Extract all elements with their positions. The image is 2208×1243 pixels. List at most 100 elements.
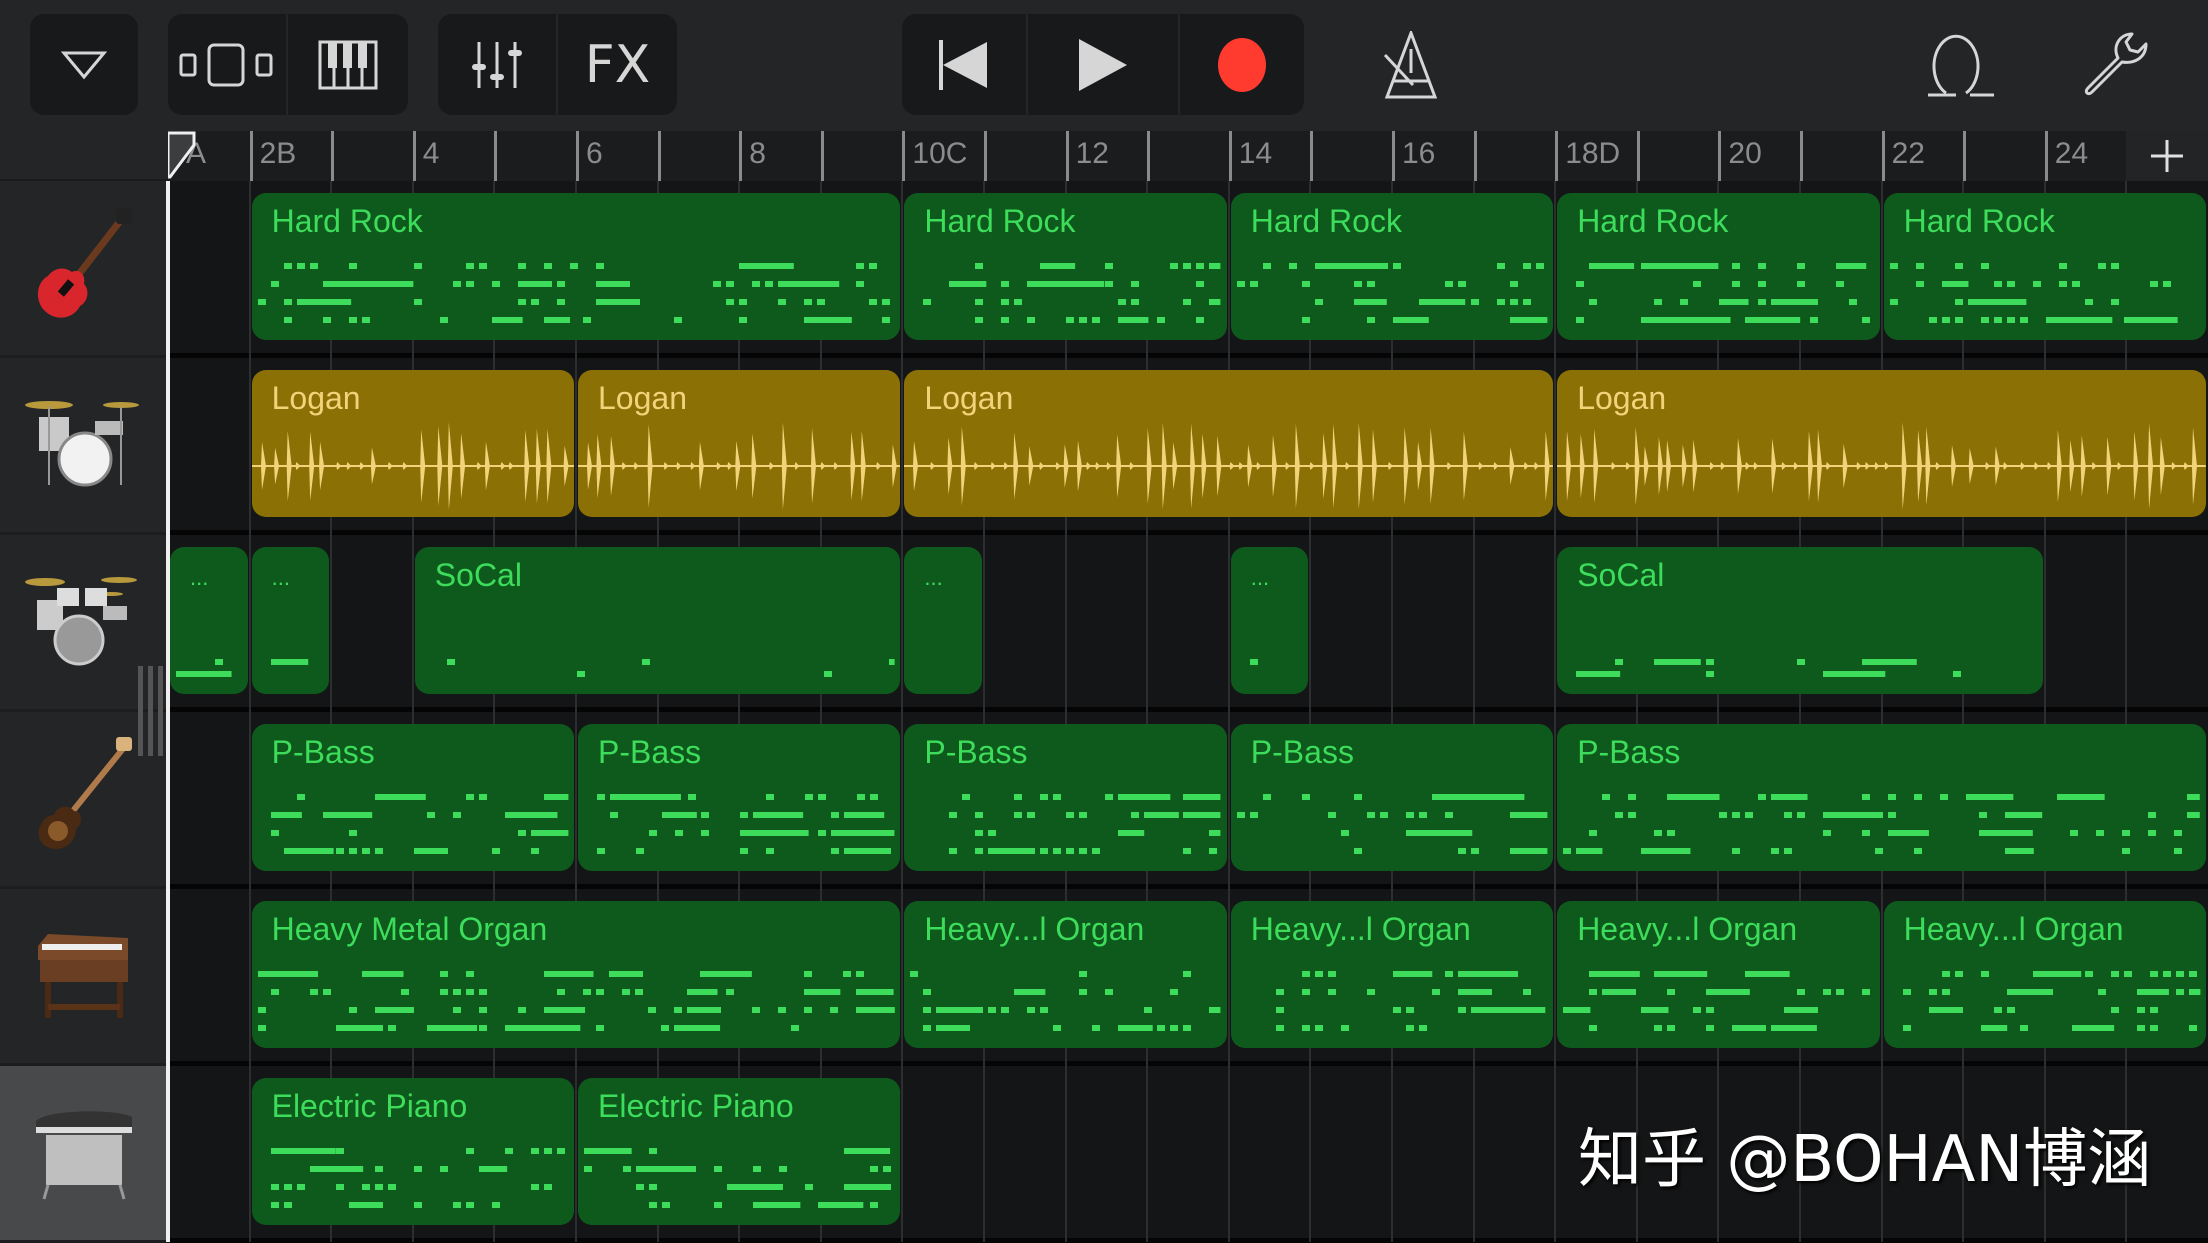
- ruler-tick: [1147, 131, 1151, 181]
- ruler-tick: [331, 131, 335, 181]
- track-header[interactable]: [0, 358, 166, 535]
- region-label: Logan: [271, 380, 361, 416]
- bar-gridline: [1717, 181, 1720, 1242]
- ruler-label: 18D: [1565, 137, 1621, 170]
- keyboard-button[interactable]: [288, 14, 408, 115]
- bar-gridline: [1146, 181, 1149, 1242]
- midi-region[interactable]: Heavy...l Organ: [1883, 901, 2206, 1048]
- track-header[interactable]: [0, 889, 166, 1066]
- bar-gridline: [1554, 181, 1557, 1242]
- midi-region[interactable]: Heavy...l Organ: [1230, 901, 1554, 1048]
- bass-guitar-icon: [28, 736, 138, 862]
- midi-region[interactable]: Hard Rock: [904, 193, 1227, 340]
- midi-region[interactable]: Hard Rock: [1883, 193, 2206, 340]
- midi-region[interactable]: Hard Rock: [1230, 193, 1554, 340]
- ruler-label: 22: [1891, 137, 1925, 170]
- audio-region[interactable]: Logan: [904, 370, 1554, 517]
- midi-region[interactable]: Hard Rock: [251, 193, 901, 340]
- midi-region[interactable]: ...: [251, 547, 330, 694]
- bar-gridline: [1472, 181, 1475, 1242]
- mix-group: FX: [438, 14, 677, 115]
- audio-region[interactable]: Logan: [578, 370, 901, 517]
- audio-region[interactable]: Logan: [251, 370, 574, 517]
- region-label: P-Bass: [1250, 734, 1354, 770]
- bar-gridline: [901, 181, 904, 1242]
- ruler-tick: [1636, 131, 1640, 181]
- region-label: ...: [1250, 565, 1270, 590]
- midi-region[interactable]: Hard Rock: [1557, 193, 1880, 340]
- midi-region[interactable]: SoCal: [1557, 547, 2043, 694]
- region-label: Logan: [598, 380, 687, 416]
- midi-region[interactable]: Electric Piano: [251, 1078, 574, 1225]
- region-label: P-Bass: [1577, 734, 1681, 770]
- ruler-tick: [1392, 131, 1395, 181]
- record-button[interactable]: [1180, 14, 1304, 115]
- region-label: Hard Rock: [271, 203, 423, 239]
- add-section-button[interactable]: [2126, 131, 2208, 181]
- track-resize-grip[interactable]: [138, 666, 164, 756]
- track-header[interactable]: [0, 181, 166, 358]
- audio-region[interactable]: Logan: [1557, 370, 2206, 517]
- note-pattern: [904, 547, 982, 694]
- region-label: Logan: [1577, 380, 1667, 416]
- midi-region[interactable]: P-Bass: [578, 724, 901, 871]
- play-button[interactable]: [1028, 14, 1180, 115]
- midi-region[interactable]: ...: [170, 547, 248, 694]
- settings-button[interactable]: [2080, 28, 2152, 100]
- region-label: Hard Rock: [1250, 203, 1402, 239]
- ruler-label: 2B: [259, 137, 297, 170]
- ruler-tick: [657, 131, 661, 181]
- fx-label: FX: [584, 34, 651, 95]
- midi-region[interactable]: ...: [1230, 547, 1309, 694]
- timeline-ruler[interactable]: A 2B 4 6 8 10C 12 14 16 18D 20 22 24: [168, 131, 2208, 181]
- midi-region[interactable]: P-Bass: [251, 724, 574, 871]
- midi-region[interactable]: Heavy...l Organ: [904, 901, 1227, 1048]
- track-header[interactable]: [0, 1066, 166, 1243]
- ruler-tick: [494, 131, 498, 181]
- tracks-view-button[interactable]: [168, 14, 288, 115]
- midi-region[interactable]: ...: [904, 547, 982, 694]
- play-icon: [1079, 38, 1127, 91]
- midi-region[interactable]: P-Bass: [1230, 724, 1554, 871]
- ruler-tick: [820, 131, 824, 181]
- ruler-tick: [1800, 131, 1803, 181]
- region-label: SoCal: [434, 557, 522, 593]
- plus-icon: [2151, 140, 2183, 172]
- ruler-label: 12: [1075, 137, 1109, 170]
- midi-region[interactable]: Electric Piano: [578, 1078, 901, 1225]
- ruler-tick: [902, 131, 906, 181]
- midi-region[interactable]: P-Bass: [904, 724, 1227, 871]
- playhead-handle[interactable]: [168, 131, 198, 181]
- midi-region[interactable]: Heavy...l Organ: [1557, 901, 1880, 1048]
- bar-gridline: [1962, 181, 1965, 1242]
- mixer-sliders-icon: [472, 41, 522, 88]
- playhead[interactable]: [166, 181, 170, 1242]
- bar-gridline: [1391, 181, 1393, 1242]
- metronome-button[interactable]: [1376, 28, 1446, 103]
- region-label: Heavy...l Organ: [924, 911, 1145, 947]
- loop-browser-button[interactable]: [1925, 28, 1997, 100]
- midi-region[interactable]: P-Bass: [1557, 724, 2206, 871]
- rewind-button[interactable]: [902, 14, 1028, 115]
- ruler-tick: [412, 131, 416, 181]
- toolbar: FX: [0, 0, 2208, 131]
- ruler-tick: [1881, 131, 1885, 181]
- region-label: ...: [190, 565, 209, 590]
- wrench-icon: [2084, 32, 2148, 96]
- ruler-tick: [1310, 131, 1314, 181]
- tracks-dropdown-button[interactable]: [30, 14, 138, 115]
- region-label: Heavy...l Organ: [1903, 911, 2124, 947]
- ruler-tick: [1555, 131, 1559, 181]
- watermark: 知乎 @BOHAN博涵: [1578, 1123, 2152, 1197]
- view-group: [168, 14, 408, 115]
- mixer-button[interactable]: [438, 14, 558, 115]
- midi-region[interactable]: Heavy Metal Organ: [251, 901, 901, 1048]
- loop-browser-icon: [1928, 34, 1994, 97]
- midi-region[interactable]: SoCal: [414, 547, 901, 694]
- bar-gridline: [575, 181, 577, 1242]
- piano-keyboard-icon: [318, 40, 378, 89]
- region-label: Electric Piano: [271, 1088, 468, 1124]
- ruler-label: 8: [749, 137, 766, 170]
- bar-gridline: [1227, 181, 1230, 1242]
- fx-button[interactable]: FX: [558, 14, 677, 115]
